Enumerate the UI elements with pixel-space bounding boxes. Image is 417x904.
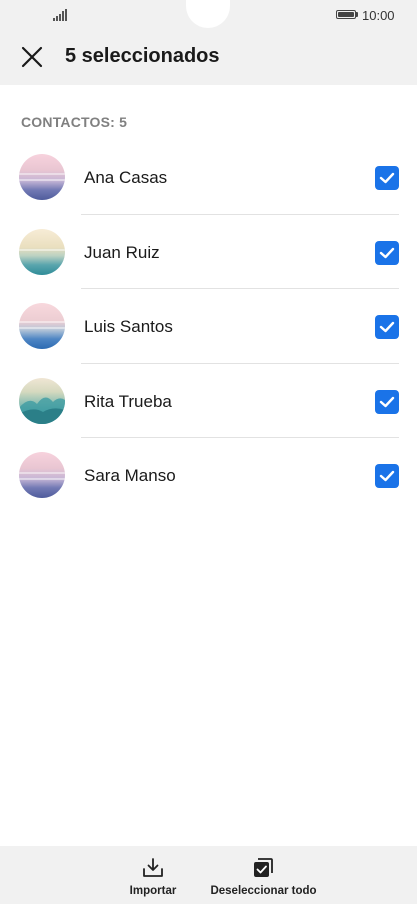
contact-checkbox[interactable]	[375, 464, 399, 488]
checkmark-icon	[379, 172, 395, 184]
import-button[interactable]: Importar	[115, 846, 191, 904]
contact-row[interactable]: Sara Manso	[0, 438, 417, 513]
contact-list: Ana Casas Juan Ruiz Luis Santos Rita Tru…	[0, 140, 417, 513]
import-icon	[143, 858, 163, 877]
contact-checkbox[interactable]	[375, 240, 399, 265]
contact-row[interactable]: Ana Casas	[0, 140, 417, 215]
contact-name: Ana Casas	[84, 168, 168, 187]
contact-checkbox[interactable]	[375, 166, 399, 190]
avatar	[19, 452, 65, 498]
avatar	[19, 303, 65, 349]
section-header-contacts: CONTACTOS: 5	[21, 114, 128, 130]
status-bar: 10:00	[0, 0, 417, 30]
contact-name: Juan Ruiz	[84, 242, 160, 262]
status-time: 10:00	[362, 8, 395, 23]
deselect-all-icon	[254, 858, 273, 877]
contact-checkbox[interactable]	[375, 315, 399, 339]
bottom-action-bar: Importar Deseleccionar todo	[0, 846, 417, 904]
close-icon	[21, 46, 43, 68]
contact-row[interactable]: Luis Santos	[0, 289, 417, 364]
close-button[interactable]	[18, 43, 46, 71]
contact-name: Rita Trueba	[84, 391, 172, 411]
checkmark-icon	[379, 396, 395, 407]
contact-checkbox[interactable]	[375, 389, 399, 414]
import-label: Importar	[129, 885, 177, 897]
avatar	[19, 154, 65, 200]
checkmark-icon	[379, 247, 395, 258]
contact-name: Sara Manso	[84, 466, 176, 485]
contact-name: Luis Santos	[84, 317, 173, 336]
battery-tip	[356, 12, 358, 17]
battery-icon	[336, 10, 356, 19]
contact-row[interactable]: Juan Ruiz	[0, 215, 417, 289]
avatar	[19, 228, 65, 275]
contact-row[interactable]: Rita Trueba	[0, 364, 417, 438]
checkmark-icon	[379, 321, 395, 333]
page-title: 5 seleccionados	[65, 45, 220, 67]
avatar	[19, 377, 65, 424]
deselect-all-button[interactable]: Deseleccionar todo	[206, 846, 321, 904]
checkmark-icon	[379, 470, 395, 482]
deselect-all-label: Deseleccionar todo	[210, 885, 317, 897]
signal-icon	[53, 9, 67, 21]
